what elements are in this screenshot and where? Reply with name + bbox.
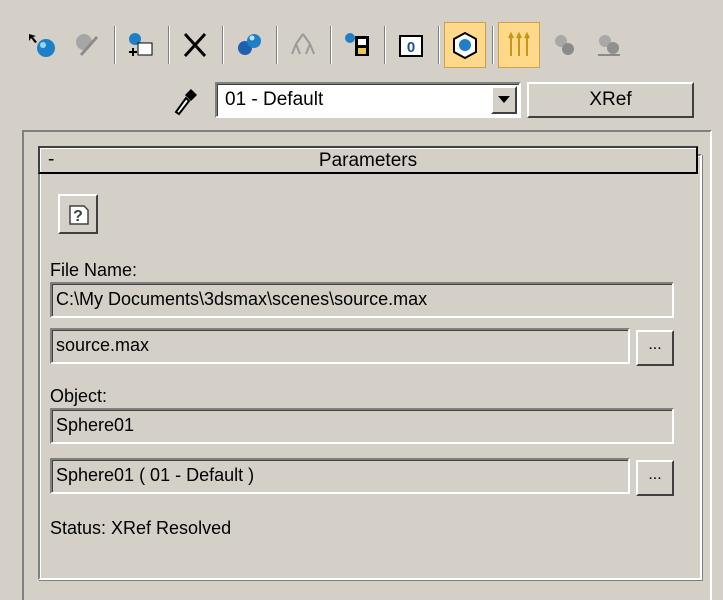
eyedropper-icon[interactable] [170, 84, 202, 116]
go-to-sibling-icon [598, 35, 620, 56]
rollout-title: Parameters [318, 150, 418, 171]
svg-text:0: 0 [407, 39, 415, 56]
go-forward-sibling-button[interactable] [544, 22, 586, 68]
show-map-in-viewport-button[interactable] [444, 22, 486, 68]
object-name-field[interactable]: Sphere01 [50, 408, 674, 444]
get-material-icon [345, 33, 369, 56]
material-name-dropdown[interactable]: 01 - Default [215, 82, 521, 118]
material-name-value: 01 - Default [225, 89, 324, 110]
file-name-label: File Name: [50, 260, 138, 280]
pick-object-button[interactable] [22, 22, 64, 68]
help-icon: ? [69, 205, 89, 225]
go-to-parent-icon [291, 33, 315, 55]
go-to-sibling-button[interactable] [588, 22, 630, 68]
go-to-parent-button[interactable] [282, 22, 324, 68]
make-unique-icon [129, 33, 153, 56]
put-to-library-button[interactable] [66, 22, 108, 68]
browse-object-button[interactable]: ... [636, 460, 674, 496]
file-path-field[interactable]: C:\My Documents\3dsmax\scenes\source.max [50, 282, 674, 318]
show-map-in-viewport-icon [453, 31, 477, 60]
delete-icon [183, 32, 207, 58]
file-name-field[interactable]: source.max [50, 328, 630, 364]
put-to-library-icon [76, 34, 98, 56]
object-label: Object: [50, 386, 108, 406]
make-unique-button[interactable] [120, 22, 162, 68]
go-forward-sibling-icon [555, 35, 574, 55]
status-text: Status: XRef Resolved [50, 518, 232, 538]
parameters-rollout [38, 154, 702, 580]
assign-material-icon [238, 34, 261, 55]
help-button[interactable]: ? [58, 194, 98, 234]
assign-material-button[interactable] [228, 22, 270, 68]
material-effects-channel-button[interactable]: 0 [390, 22, 432, 68]
show-end-result-icon [508, 31, 530, 56]
parameters-rollout-header[interactable]: - Parameters [38, 146, 698, 174]
dropdown-arrow-button[interactable] [491, 86, 517, 114]
object-material-field[interactable]: Sphere01 ( 01 - Default ) [50, 458, 630, 494]
pick-object-icon [29, 34, 55, 57]
material-type-button[interactable]: XRef [527, 82, 694, 118]
chevron-down-icon [498, 96, 510, 103]
svg-text:?: ? [73, 208, 83, 225]
get-material-button[interactable] [336, 22, 378, 68]
show-end-result-button[interactable] [498, 22, 540, 68]
delete-button[interactable] [174, 22, 216, 68]
material-panel: - Parameters ? File Name: C:\My Document… [22, 130, 712, 600]
browse-file-button[interactable]: ... [636, 330, 674, 366]
material-effects-channel-icon: 0 [399, 35, 423, 57]
material-editor-toolbar: 0 [22, 22, 712, 76]
